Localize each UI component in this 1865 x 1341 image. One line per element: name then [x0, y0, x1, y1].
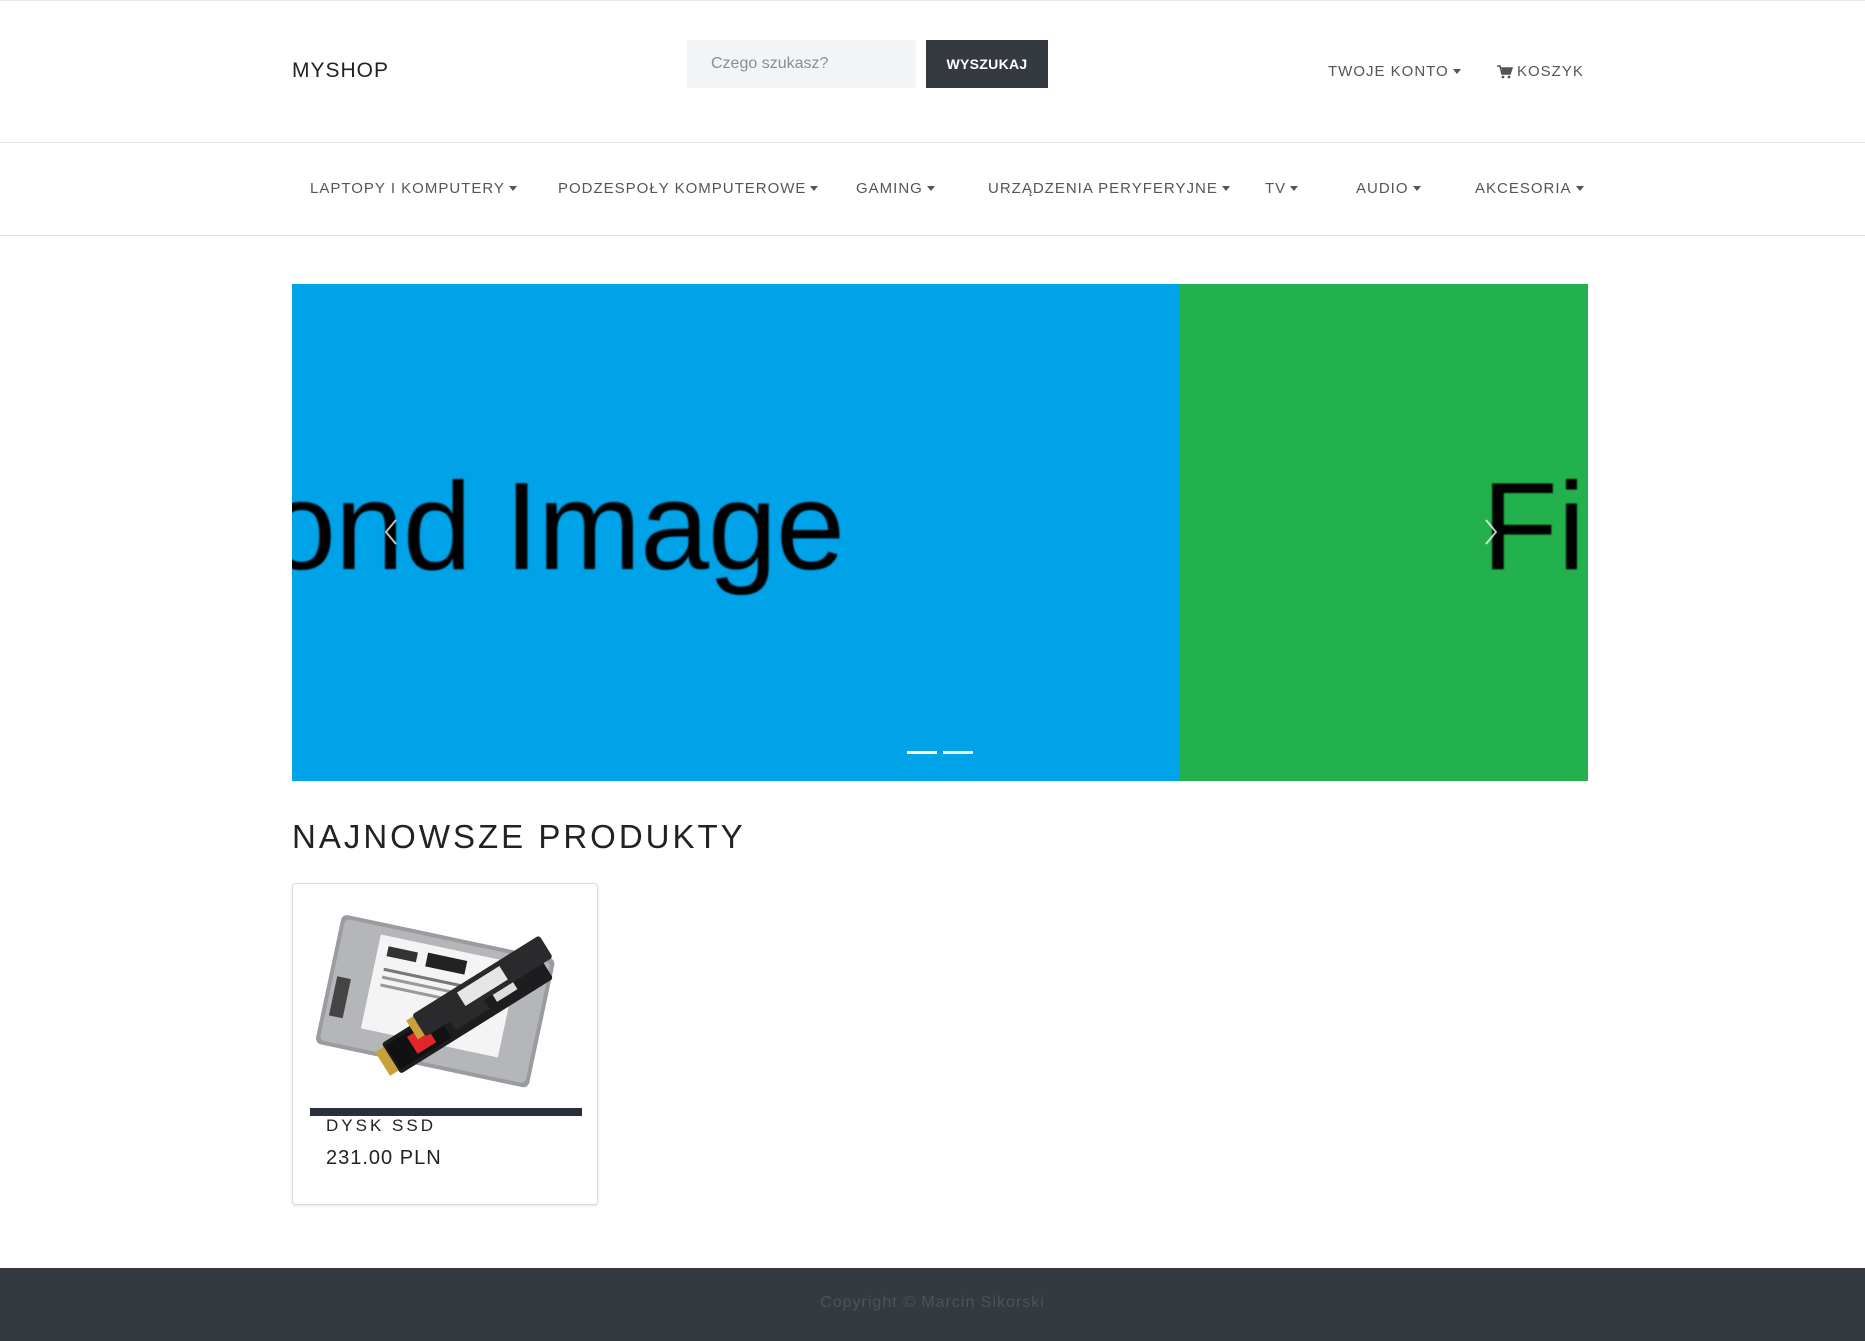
page-footer: Copyright © Marcin Sikorski: [0, 1268, 1865, 1341]
nav-item-laptopy[interactable]: LAPTOPY I KOMPUTERY: [310, 180, 517, 197]
chevron-down-icon: [1412, 186, 1421, 191]
nav-item-akcesoria[interactable]: AKCESORIA: [1475, 180, 1584, 197]
nav-item-tv[interactable]: TV: [1265, 180, 1299, 197]
nav-item-peryferyjne[interactable]: URZĄDZENIA PERYFERYJNE: [988, 180, 1230, 197]
carousel-indicator[interactable]: [907, 751, 937, 754]
carousel-next-button[interactable]: [1478, 514, 1502, 550]
chevron-down-icon: [1452, 69, 1461, 74]
carousel-indicators: [907, 751, 973, 754]
product-card[interactable]: DYSK SSD 231.00 PLN: [292, 883, 598, 1205]
account-dropdown[interactable]: TWOJE KONTO: [1328, 63, 1461, 80]
nav-item-label: AKCESORIA: [1475, 180, 1572, 197]
cart-link[interactable]: KOSZYK: [1497, 63, 1584, 80]
nav-item-label: URZĄDZENIA PERYFERYJNE: [988, 180, 1218, 197]
cart-label: KOSZYK: [1517, 63, 1584, 80]
search-input[interactable]: [687, 40, 916, 88]
product-name[interactable]: DYSK SSD: [326, 1116, 436, 1136]
carousel-indicator[interactable]: [943, 751, 973, 754]
product-price: 231.00 PLN: [326, 1147, 442, 1169]
chevron-down-icon: [810, 186, 819, 191]
search-button[interactable]: WYSZUKAJ: [926, 40, 1048, 88]
nav-item-gaming[interactable]: GAMING: [856, 180, 935, 197]
brand-logo[interactable]: MYSHOP: [292, 59, 389, 83]
top-header: MYSHOP WYSZUKAJ TWOJE KONTO KOSZYK: [0, 0, 1865, 143]
chevron-down-icon: [1575, 186, 1584, 191]
nav-item-label: PODZESPOŁY KOMPUTEROWE: [558, 180, 807, 197]
cart-icon: [1497, 64, 1513, 78]
account-label: TWOJE KONTO: [1328, 63, 1449, 80]
category-nav: LAPTOPY I KOMPUTERY PODZESPOŁY KOMPUTERO…: [0, 143, 1865, 236]
chevron-down-icon: [1221, 186, 1230, 191]
nav-item-audio[interactable]: AUDIO: [1356, 180, 1421, 197]
carousel-slide-first: Fi: [1180, 284, 1588, 781]
hero-carousel: cond Image Fi: [292, 284, 1588, 781]
slide-caption: cond Image: [292, 458, 845, 596]
nav-item-label: AUDIO: [1356, 180, 1409, 197]
nav-item-label: LAPTOPY I KOMPUTERY: [310, 180, 505, 197]
copyright-text: Copyright © Marcin Sikorski: [820, 1294, 1045, 1311]
carousel-prev-button[interactable]: [380, 514, 404, 550]
chevron-right-icon: [1485, 519, 1498, 545]
search-form: WYSZUKAJ: [687, 40, 1048, 88]
chevron-left-icon: [384, 519, 397, 545]
chevron-down-icon: [508, 186, 517, 191]
ssd-product-image: [310, 915, 582, 1116]
chevron-down-icon: [1290, 186, 1299, 191]
nav-item-label: GAMING: [856, 180, 923, 197]
product-image[interactable]: [310, 898, 582, 1116]
nav-item-podzespoly[interactable]: PODZESPOŁY KOMPUTEROWE: [558, 180, 819, 197]
section-title: NAJNOWSZE PRODUKTY: [292, 818, 746, 855]
carousel-slide-second: cond Image: [292, 284, 1180, 781]
nav-item-label: TV: [1265, 180, 1287, 197]
chevron-down-icon: [926, 186, 935, 191]
